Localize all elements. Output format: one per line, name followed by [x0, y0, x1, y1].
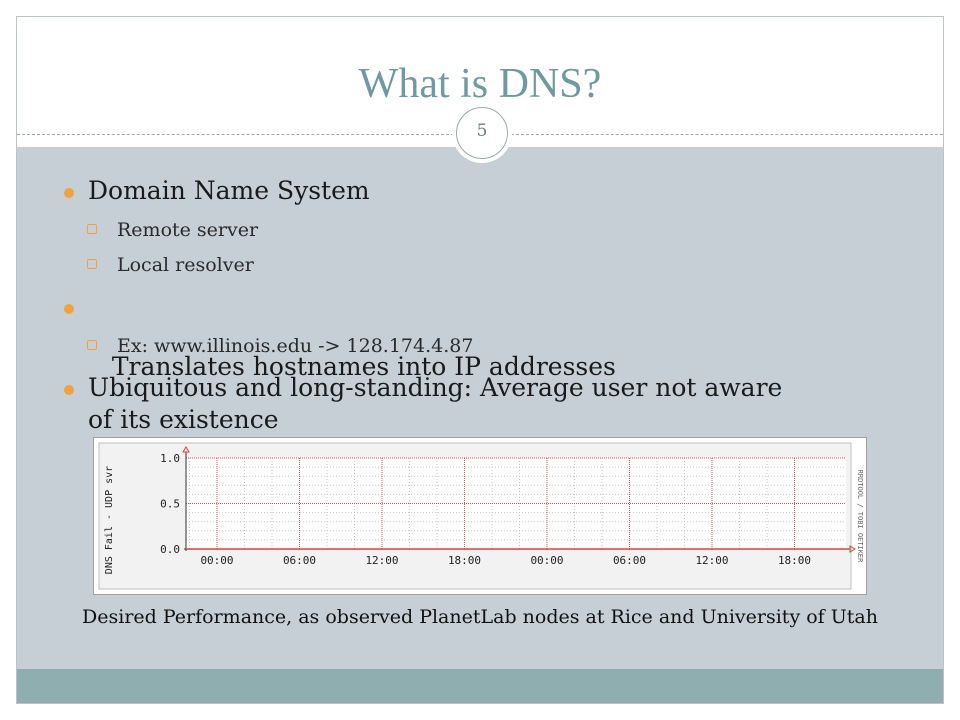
series-point: [546, 548, 548, 550]
bullet-domain-name-system: Domain Name System: [64, 176, 370, 206]
page-number: 5: [476, 121, 488, 141]
bullet-ubiquitous-cont: of its existence: [88, 405, 279, 435]
bullet-dot-icon: [64, 188, 74, 198]
bullet-text: Domain Name System: [88, 176, 370, 205]
series-point: [463, 548, 466, 550]
bullet-dot-icon: [64, 385, 74, 395]
footer-band: [17, 669, 943, 703]
subbullet-local-resolver: Local resolver: [87, 253, 254, 277]
series-point: [381, 548, 383, 550]
dns-fail-chart: 1.0 0.5 0.0 00:00 06:00 12:00 18:00 00:00 06:00 1…: [93, 437, 867, 595]
x-tick-label: 18:00: [778, 554, 811, 567]
series-point: [793, 548, 796, 550]
bullet-text-line1: Ubiquitous and long-standing: Average us…: [88, 373, 783, 402]
subbullet-square-icon: [87, 340, 97, 350]
x-tick-label: 12:00: [695, 554, 728, 567]
x-tick-label: 00:00: [200, 554, 233, 567]
subbullet-text: Local resolver: [117, 254, 254, 276]
x-tick-label: 18:00: [448, 554, 481, 567]
series-point: [711, 548, 713, 550]
x-tick-label: 00:00: [530, 554, 563, 567]
bullet-ubiquitous: Ubiquitous and long-standing: Average us…: [64, 373, 783, 403]
x-tick-label: 12:00: [365, 554, 398, 567]
series-point: [216, 548, 218, 550]
series-point: [628, 548, 631, 550]
y-axis-label: DNS Fail - UDP svr: [104, 466, 115, 574]
rrdtool-watermark-label: RRDTOOL / TOBI OETIKER: [856, 470, 864, 564]
x-tick-label: 06:00: [613, 554, 646, 567]
y-tick-label: 1.0: [160, 452, 180, 465]
x-tick-label: 06:00: [283, 554, 316, 567]
chart-caption: Desired Performance, as observed PlanetL…: [82, 606, 878, 628]
dns-fail-chart-svg: 1.0 0.5 0.0 00:00 06:00 12:00 18:00 00:00 06:00 1…: [98, 442, 864, 590]
subbullet-text: Remote server: [117, 219, 259, 241]
y-tick-label: 0.0: [160, 543, 180, 556]
subbullet-square-icon: [87, 224, 97, 234]
series-point: [298, 548, 301, 550]
subbullet-square-icon: [87, 259, 97, 269]
subbullet-remote-server: Remote server: [87, 218, 259, 242]
bullet-text-line2: of its existence: [88, 405, 279, 434]
slide-title: What is DNS?: [358, 61, 602, 107]
bullet-dot-icon: [64, 304, 74, 314]
subbullet-text: Ex: www.illinois.edu -> 128.174.4.87: [117, 335, 474, 357]
subbullet-example: Ex: www.illinois.edu -> 128.174.4.87: [87, 334, 474, 358]
page-number-badge: 5: [456, 107, 508, 159]
y-tick-label: 0.5: [160, 498, 180, 511]
